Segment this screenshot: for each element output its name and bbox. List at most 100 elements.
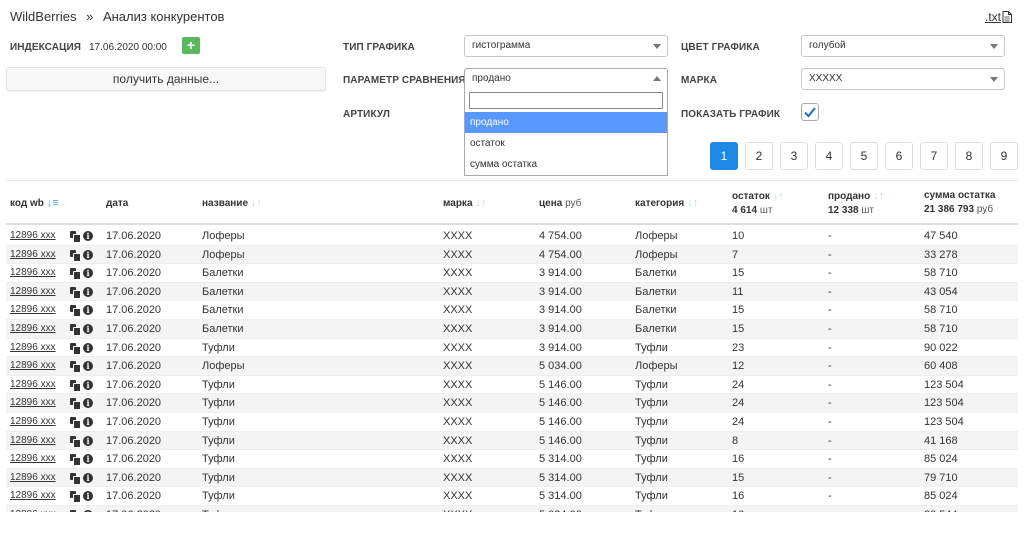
col-header-price-label: цена <box>539 197 563 209</box>
chevron-up-icon <box>653 76 661 81</box>
copy-icon[interactable] <box>70 379 81 392</box>
cell-date: 17.06.2020 <box>106 360 162 373</box>
app-title[interactable]: WildBerries <box>10 9 76 24</box>
info-icon[interactable]: i <box>83 472 93 483</box>
info-icon[interactable]: i <box>83 491 93 502</box>
page-button-4[interactable]: 4 <box>815 142 843 170</box>
chart-type-select[interactable]: гистограмма <box>464 35 668 57</box>
info-icon[interactable]: i <box>83 286 93 297</box>
copy-icon[interactable] <box>70 416 81 429</box>
page-button-8[interactable]: 8 <box>955 142 983 170</box>
col-header-stock-sum: сумма остатка 21 386 793 руб <box>924 181 995 225</box>
product-code-link[interactable]: 12896 xxx <box>10 469 56 487</box>
chart-color-select[interactable]: голубой <box>801 35 1005 57</box>
page-button-7[interactable]: 7 <box>920 142 948 170</box>
info-icon[interactable]: i <box>83 342 93 353</box>
cell-category: Туфли <box>635 453 668 466</box>
info-icon[interactable]: i <box>83 305 93 316</box>
product-code-link[interactable]: 12896 xxx <box>10 339 56 357</box>
cell-stock: 16 <box>732 506 744 512</box>
add-indexation-button[interactable]: + <box>182 37 200 54</box>
product-code-link[interactable]: 12896 xxx <box>10 506 56 512</box>
copy-icon[interactable] <box>70 454 81 467</box>
row-actions: i <box>70 231 93 243</box>
page-button-5[interactable]: 5 <box>850 142 878 170</box>
product-code-link[interactable]: 12896 xxx <box>10 394 56 412</box>
cell-stock: 23 <box>732 341 745 354</box>
product-code-link[interactable]: 12896 xxx <box>10 301 56 319</box>
copy-icon[interactable] <box>70 509 79 512</box>
info-icon[interactable]: i <box>83 323 93 334</box>
brand-select[interactable]: XXXXX <box>801 68 1005 90</box>
copy-icon[interactable] <box>70 286 81 299</box>
export-txt-link[interactable]: .txt <box>985 10 1012 24</box>
dropdown-option-stock-sum[interactable]: сумма остатка <box>465 154 667 175</box>
info-icon[interactable]: i <box>83 454 93 465</box>
copy-icon[interactable] <box>70 398 81 411</box>
product-code-link[interactable]: 12896 xxx <box>10 227 56 245</box>
dropdown-search-input[interactable] <box>469 92 663 109</box>
page-button-2[interactable]: 2 <box>745 142 773 170</box>
page-button-3[interactable]: 3 <box>780 142 808 170</box>
col-header-sold[interactable]: продано ↓↑ 12 338 шт <box>828 181 884 225</box>
copy-icon[interactable] <box>70 472 81 485</box>
get-data-button[interactable]: получить данные... <box>6 67 326 91</box>
copy-icon[interactable] <box>70 435 81 448</box>
product-code-link[interactable]: 12896 xxx <box>10 320 56 338</box>
copy-icon[interactable] <box>70 323 81 336</box>
cell-date: 17.06.2020 <box>106 248 162 261</box>
dropdown-option-sold[interactable]: продано <box>465 112 667 133</box>
copy-icon[interactable] <box>70 491 81 504</box>
col-header-code[interactable]: код wb ↓≡ <box>10 181 59 225</box>
cell-sold: - <box>828 378 832 391</box>
product-code-link[interactable]: 12896 xxx <box>10 413 56 431</box>
copy-icon[interactable] <box>70 231 81 243</box>
cell-stock-sum: 41 168 <box>924 434 958 447</box>
product-code-link[interactable]: 12896 xxx <box>10 432 56 450</box>
copy-icon[interactable] <box>70 305 81 318</box>
product-code-link[interactable]: 12896 xxx <box>10 487 56 505</box>
cell-name: Балетки <box>202 285 244 298</box>
info-icon[interactable]: i <box>83 509 93 512</box>
copy-icon[interactable] <box>70 268 81 281</box>
info-icon[interactable]: i <box>83 268 93 279</box>
info-icon[interactable]: i <box>83 361 93 372</box>
table-row: 12896 xxx 17.06.2020 Туфли XXXX 5 314.00 Туфл… <box>6 450 1018 469</box>
info-icon[interactable]: i <box>83 416 93 427</box>
dropdown-option-stock[interactable]: остаток <box>465 133 667 154</box>
product-code-link[interactable]: 12896 xxx <box>10 264 56 282</box>
col-header-brand[interactable]: марка ↓↑ <box>443 181 487 225</box>
page-button-9[interactable]: 9 <box>990 142 1018 170</box>
copy-icon[interactable] <box>70 249 81 262</box>
product-code-link[interactable]: 12896 xxx <box>10 376 56 394</box>
copy-icon[interactable] <box>70 342 81 355</box>
product-code-link[interactable]: 12896 xxx <box>10 450 56 468</box>
info-icon[interactable]: i <box>83 435 93 446</box>
cell-category: Туфли <box>635 506 668 512</box>
row-actions: i <box>70 454 93 467</box>
info-icon[interactable]: i <box>83 379 93 390</box>
row-actions: i <box>70 509 93 512</box>
product-code-link[interactable]: 12896 xxx <box>10 357 56 375</box>
row-actions: i <box>70 398 93 411</box>
info-icon[interactable]: i <box>83 398 93 409</box>
show-chart-checkbox[interactable] <box>801 103 819 121</box>
col-header-category[interactable]: категория ↓↑ <box>635 181 698 225</box>
checkmark-icon <box>804 107 816 118</box>
col-header-name[interactable]: название ↓↑ <box>202 181 262 225</box>
chevron-down-icon <box>990 44 998 49</box>
row-actions: i <box>70 491 93 504</box>
page-button-6[interactable]: 6 <box>885 142 913 170</box>
compare-param-select[interactable]: продано <box>464 68 668 90</box>
cell-brand: XXXX <box>443 471 473 484</box>
product-code-link[interactable]: 12896 xxx <box>10 283 56 301</box>
page-button-1[interactable]: 1 <box>710 142 738 170</box>
cell-stock: 15 <box>732 267 745 280</box>
info-icon[interactable]: i <box>83 231 93 241</box>
product-code-link[interactable]: 12896 xxx <box>10 246 56 264</box>
cell-sold: - <box>828 230 832 242</box>
copy-icon[interactable] <box>70 361 81 374</box>
info-icon[interactable]: i <box>83 249 93 260</box>
col-header-stock[interactable]: остаток ↓↑ 4 614 шт <box>732 181 784 225</box>
row-actions: i <box>70 286 93 299</box>
